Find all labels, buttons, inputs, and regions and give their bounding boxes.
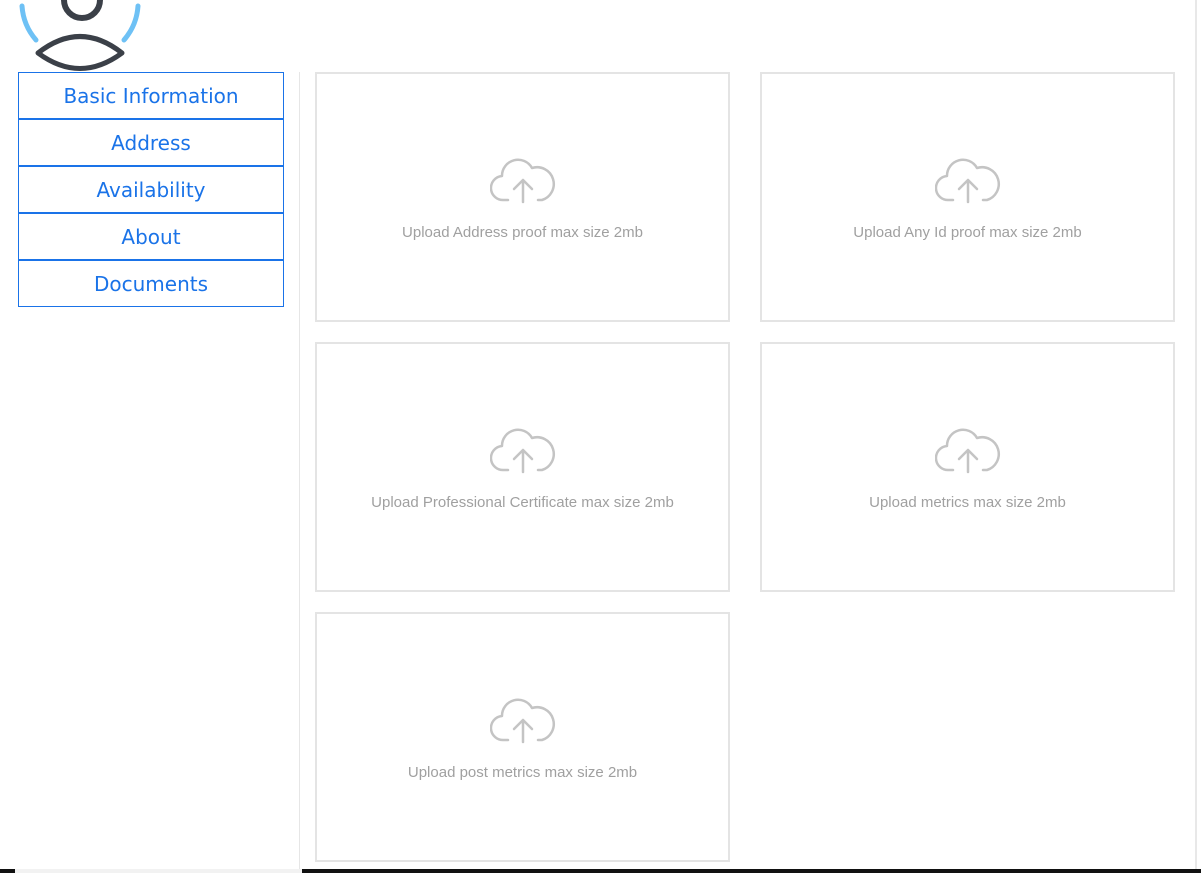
sidebar-item-documents[interactable]: Documents [18, 260, 284, 307]
cloud-upload-icon [489, 158, 555, 204]
upload-label: Upload post metrics max size 2mb [407, 764, 638, 781]
page-right-border [1195, 0, 1197, 873]
cloud-upload-icon [489, 428, 555, 474]
upload-label: Upload Address proof max size 2mb [402, 224, 643, 241]
page-bottom-bar [0, 869, 1201, 873]
post-metrics-upload[interactable]: Upload post metrics max size 2mb [315, 612, 730, 862]
upload-label: Upload Any Id proof max size 2mb [853, 224, 1082, 241]
content-divider [299, 72, 300, 869]
upload-label: Upload metrics max size 2mb [869, 494, 1066, 511]
professional-certificate-upload[interactable]: Upload Professional Certificate max size… [315, 342, 730, 592]
profile-page: Basic Information Address Availability A… [0, 0, 1201, 873]
profile-sidebar-nav: Basic Information Address Availability A… [18, 72, 284, 307]
bottom-bar-segment [15, 869, 302, 873]
upload-label: Upload Professional Certificate max size… [371, 494, 674, 511]
cloud-upload-icon [489, 698, 555, 744]
sidebar-item-availability[interactable]: Availability [18, 166, 284, 213]
metrics-upload[interactable]: Upload metrics max size 2mb [760, 342, 1175, 592]
cloud-upload-icon [934, 428, 1000, 474]
sidebar-item-basic-information[interactable]: Basic Information [18, 72, 284, 119]
sidebar-item-address[interactable]: Address [18, 119, 284, 166]
address-proof-upload[interactable]: Upload Address proof max size 2mb [315, 72, 730, 322]
sidebar-item-about[interactable]: About [18, 213, 284, 260]
id-proof-upload[interactable]: Upload Any Id proof max size 2mb [760, 72, 1175, 322]
cloud-upload-icon [934, 158, 1000, 204]
user-avatar-icon[interactable] [14, 0, 146, 74]
